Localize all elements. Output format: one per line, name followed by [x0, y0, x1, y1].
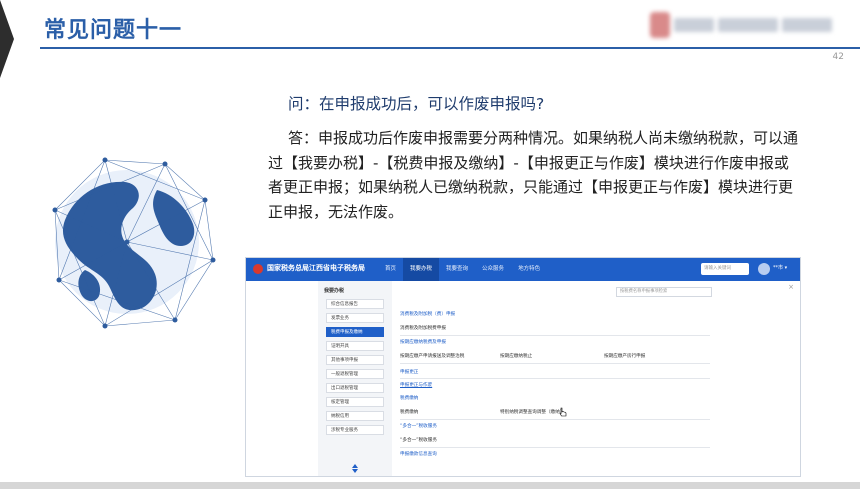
list-item[interactable]: 特别纳税调整查询调整（缴纳）: [500, 409, 564, 415]
sidebar-item-declaration[interactable]: 税费申报及缴纳: [326, 327, 384, 337]
etax-screenshot: 国家税务总局江西省电子税务局 首页 我要办税 我要查询 公众服务 地方特色 请输…: [245, 257, 801, 477]
section-heading: 按期应缴纳税费及申报: [400, 340, 446, 345]
sidebar-item-professional[interactable]: 涉税专业服务: [326, 425, 384, 435]
left-chevron-decoration: [0, 0, 14, 78]
tax-emblem-icon: [253, 264, 263, 274]
link-correction-void[interactable]: 申报更正与作废: [400, 382, 432, 388]
user-name[interactable]: **市 ▾: [773, 264, 787, 271]
sidebar-item-refund[interactable]: 一般退税管理: [326, 369, 384, 379]
section-heading: “多合一”税收服务: [400, 424, 437, 429]
section-heading[interactable]: 申报缴款信息查询: [400, 451, 437, 457]
blurred-logo: [650, 8, 850, 42]
seal-icon: [650, 12, 670, 38]
divider: [400, 419, 710, 420]
section-heading: 税费缴纳: [400, 396, 419, 401]
scroll-up-icon[interactable]: [352, 464, 358, 468]
sidebar-item-export-refund[interactable]: 出口退税管理: [326, 383, 384, 393]
divider: [400, 363, 710, 364]
app-main-panel: 按税费名称申报事项检索 × 消费税及附加税（费）申报 消费税及附加税费申报 按期…: [392, 281, 800, 476]
sidebar-item-info-report[interactable]: 综合信息报告: [326, 299, 384, 309]
list-item[interactable]: 税费缴纳: [400, 409, 418, 415]
list-item[interactable]: 按期应缴产申请报送及调整治税: [400, 353, 464, 359]
list-item[interactable]: 按期应缴产房行申报: [604, 353, 645, 359]
logo-text-block: [674, 18, 714, 32]
list-item[interactable]: 按期应缴纳税止: [500, 353, 532, 359]
sidebar-header: 我要办税: [324, 288, 345, 294]
nav-home[interactable]: 首页: [378, 258, 403, 281]
sidebar-item-other[interactable]: 其他事项申报: [326, 355, 384, 365]
sidebar-item-certificate[interactable]: 证明开具: [326, 341, 384, 351]
user-avatar[interactable]: [758, 263, 770, 275]
bottom-bar: [0, 482, 860, 489]
scroll-down-icon[interactable]: [352, 469, 358, 473]
question-text: 问：在申报成功后，可以作废申报吗?: [288, 95, 545, 113]
page-number: 42: [832, 52, 844, 62]
sidebar-item-assessment[interactable]: 核定管理: [326, 397, 384, 407]
divider: [400, 447, 710, 448]
sidebar-item-credit[interactable]: 纳税信用: [326, 411, 384, 421]
main-search-input[interactable]: 按税费名称申报事项检索: [616, 287, 712, 297]
nav-do-tax[interactable]: 我要办税: [403, 258, 440, 281]
slide-title: 常见问题十一: [44, 18, 183, 43]
sidebar-item-invoice[interactable]: 发票业务: [326, 313, 384, 323]
list-item[interactable]: “多合一”税收服务: [400, 437, 437, 443]
divider: [400, 335, 710, 336]
divider: [400, 378, 710, 379]
app-title: 国家税务总局江西省电子税务局: [267, 264, 365, 272]
section-heading[interactable]: 申报更正: [400, 369, 418, 375]
header-search-input[interactable]: 请输入关键词: [701, 263, 749, 275]
globe-illustration: [52, 157, 216, 329]
app-header: 国家税务总局江西省电子税务局 首页 我要办税 我要查询 公众服务 地方特色 请输…: [246, 258, 800, 281]
app-nav: 首页 我要办税 我要查询 公众服务 地方特色: [378, 258, 547, 281]
logo-text-block: [782, 18, 832, 32]
title-divider: [40, 47, 860, 49]
nav-public-service[interactable]: 公众服务: [475, 258, 511, 281]
list-item[interactable]: 消费税及附加税费申报: [400, 325, 446, 331]
logo-text-block: [718, 18, 778, 32]
answer-text: 答：申报成功后作废申报需要分两种情况。如果纳税人尚未缴纳税款，可以通过【我要办税…: [268, 129, 799, 221]
nav-local-features[interactable]: 地方特色: [511, 258, 547, 281]
section-heading: 消费税及附加税（费）申报: [400, 312, 456, 317]
app-sidebar: 我要办税 综合信息报告 发票业务 税费申报及缴纳 证明开具 其他事项申报 一般退…: [318, 281, 392, 476]
close-icon[interactable]: ×: [788, 283, 794, 291]
nav-query[interactable]: 我要查询: [439, 258, 475, 281]
